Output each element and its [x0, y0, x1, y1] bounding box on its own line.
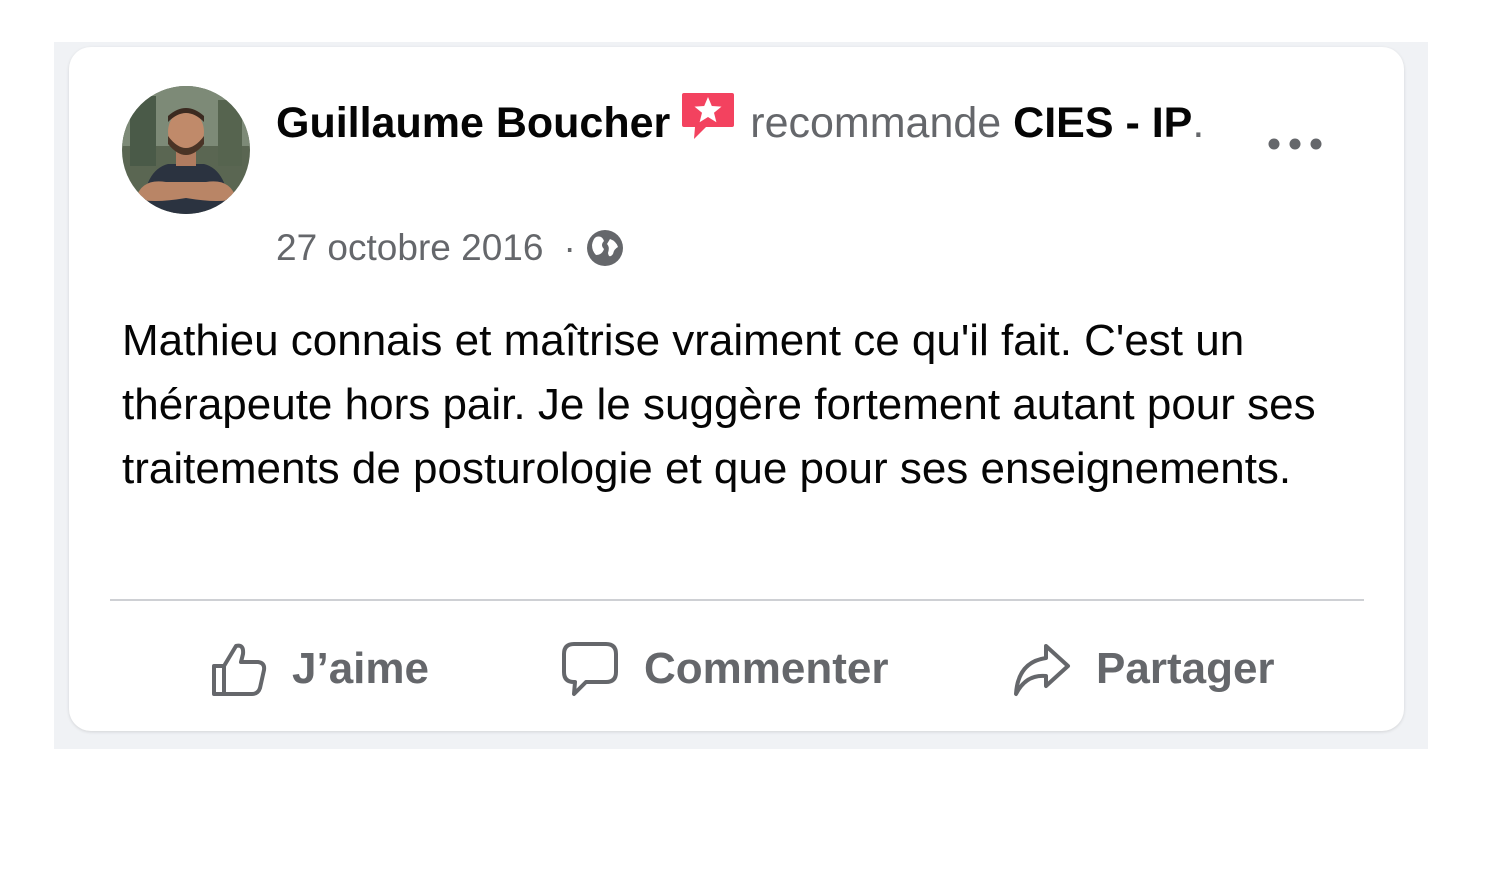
share-button[interactable]: Partager: [1012, 627, 1275, 711]
comment-bubble-icon: [562, 642, 618, 696]
recommendation-star-icon: [680, 91, 736, 143]
like-label: J’aime: [292, 644, 429, 693]
globe-icon[interactable]: [586, 229, 624, 267]
share-label: Partager: [1096, 644, 1275, 693]
post-header: Guillaume Boucher recommande CIES - IP.: [276, 91, 1246, 155]
post-body-text: Mathieu connais et maîtrise vraiment ce …: [122, 316, 1316, 493]
recommended-page-link[interactable]: CIES - IP: [1013, 99, 1192, 147]
post-actions-bar: J’aime Commenter Partager: [110, 627, 1364, 711]
recommendation-verb: recommande: [750, 99, 1002, 147]
share-arrow-icon: [1014, 644, 1070, 696]
comment-label: Commenter: [644, 644, 889, 693]
header-period: .: [1192, 99, 1205, 147]
like-button[interactable]: J’aime: [210, 627, 429, 711]
thumbs-up-icon: [212, 643, 267, 696]
more-options-icon[interactable]: [1262, 127, 1328, 161]
post-date[interactable]: 27 octobre 2016: [276, 225, 543, 271]
meta-separator: ·: [563, 227, 576, 268]
comment-button[interactable]: Commenter: [560, 627, 889, 711]
post-metadata: 27 octobre 2016 ·: [276, 225, 624, 271]
actions-divider: [110, 599, 1364, 601]
avatar[interactable]: [122, 86, 250, 214]
recommendation-post-card: Guillaume Boucher recommande CIES - IP. 2…: [69, 47, 1404, 731]
author-name[interactable]: Guillaume Boucher: [276, 99, 670, 147]
